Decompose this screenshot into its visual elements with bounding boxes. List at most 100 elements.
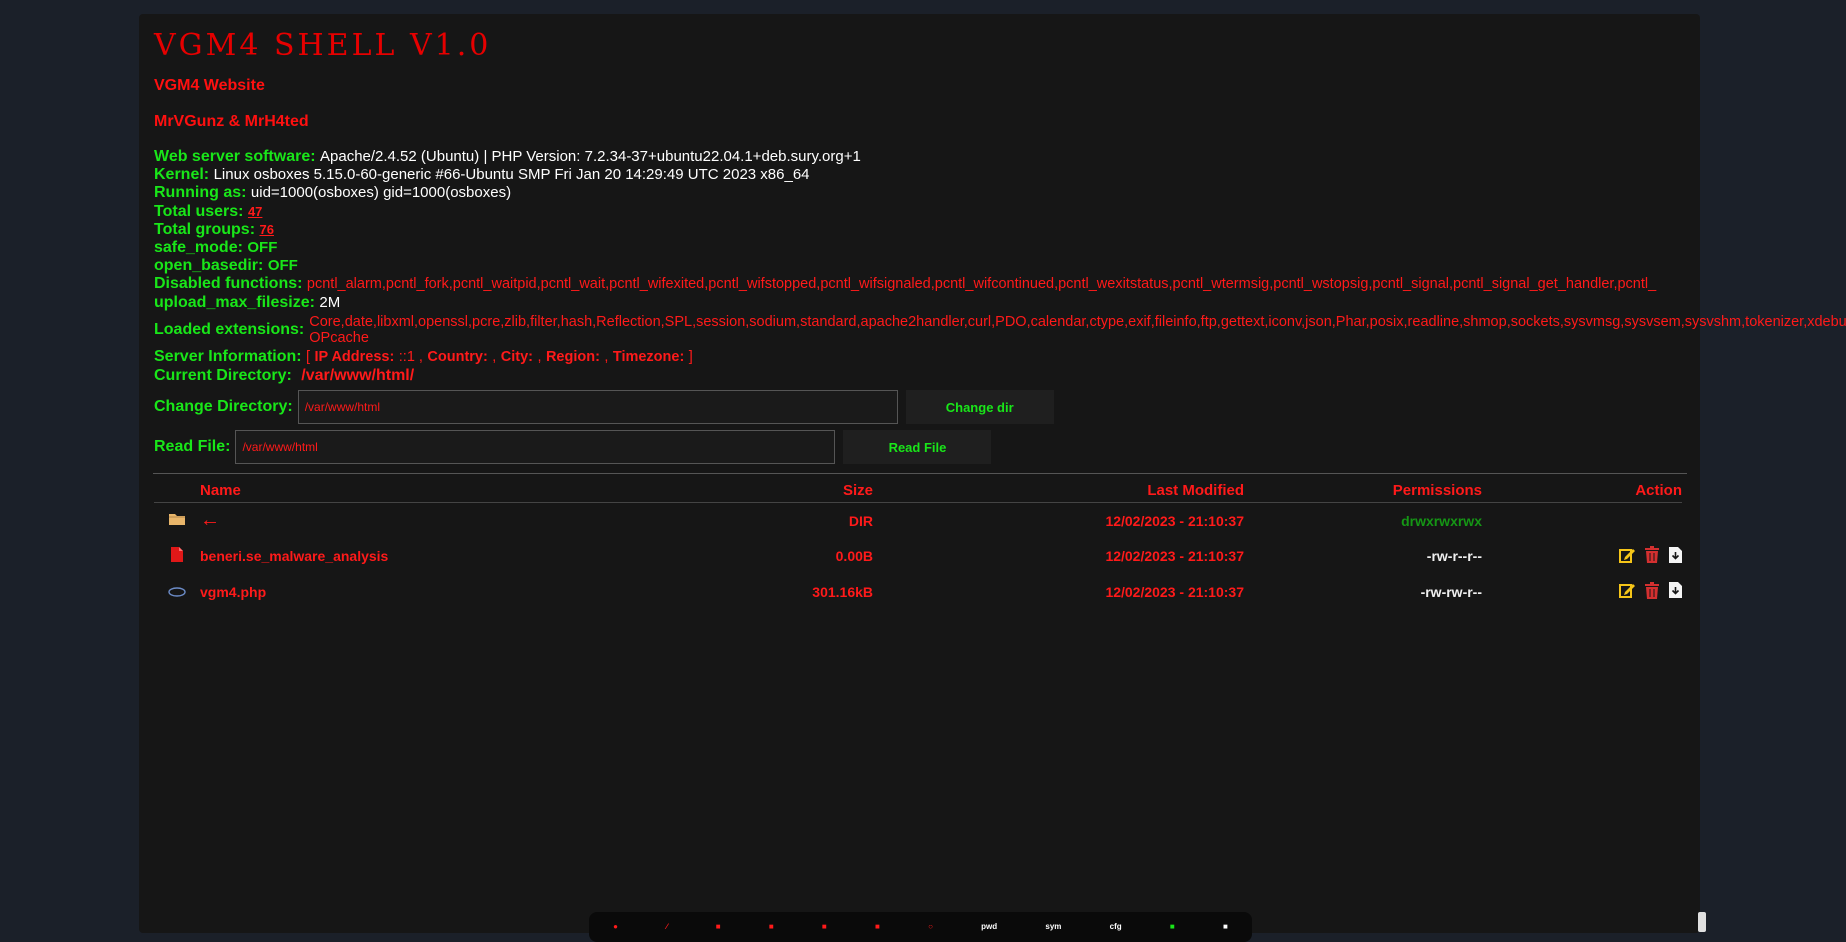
current-directory-path[interactable]: /var/www/html/ [301,367,414,384]
cfg-button[interactable]: cfg [1110,922,1122,932]
region-value: , [604,348,609,365]
edit-icon[interactable] [1619,582,1635,601]
divider [153,473,1687,474]
website-link[interactable]: VGM4 Website [154,77,265,95]
tools-icon[interactable]: ■ [1223,922,1228,932]
action-column-header: Action [1635,481,1682,499]
bottom-toolbar: ● ∕ ■ ■ ■ ■ ○ pwd sym cfg ■ ■ [589,912,1252,942]
file-table: Name Size Last Modified Permissions Acti… [154,478,1682,610]
ip-value: ::1 , [398,348,423,365]
cgi-icon[interactable]: ■ [1170,922,1175,932]
server-info-open: [ [306,348,311,365]
kernel-row: Kernel: Linux osboxes 5.15.0-60-generic … [154,166,1699,184]
file-icon [154,539,200,575]
table-header-row: Name Size Last Modified Permissions Acti… [154,478,1682,503]
region-label: Region: [545,348,600,365]
change-dir-button[interactable]: Change dir [905,390,1054,424]
file-permissions[interactable]: -rw-r--r-- [1244,539,1482,575]
php-icon [154,574,200,610]
file-size: DIR [848,512,873,529]
read-file-label: Read File: [154,438,231,455]
file-permissions[interactable]: drwxrwxrwx [1244,503,1482,539]
pwd-button[interactable]: pwd [981,922,997,932]
loaded-extensions-value: Core,date,libxml,openssl,pcre,zlib,filte… [309,313,1846,346]
running-as-row: Running as: uid=1000(osboxes) gid=1000(o… [154,184,1699,202]
timezone-label: Timezone: [612,348,685,365]
loaded-extensions-label: Loaded extensions: [154,320,305,338]
parent-dir-link[interactable]: ← [200,503,623,539]
city-label: City: [500,348,533,365]
upload-max-value: 2M [319,293,341,311]
disabled-functions-value: pcntl_alarm,pcntl_fork,pcntl_waitpid,pcn… [306,276,1657,293]
kernel-label: Kernel: [154,166,210,184]
running-as-value: uid=1000(osboxes) gid=1000(osboxes) [250,184,512,202]
change-directory-form: Change Directory: Change dir [154,390,1054,424]
city-value: , [537,348,542,365]
safe-mode-row: safe_mode: OFF [154,239,1699,257]
icon-column-header [154,478,200,503]
page-title: VGM4 SHELL V1.0 [154,28,492,63]
permissions-column-header[interactable]: Permissions [1244,478,1482,503]
file-permissions[interactable]: -rw-rw-r-- [1244,574,1482,610]
back-arrow-icon[interactable]: ← [200,509,220,531]
file-modified: 12/02/2023 - 21:10:37 [1105,512,1244,529]
kernel-value: Linux osboxes 5.15.0-60-generic #66-Ubun… [213,166,810,184]
open-basedir-row: open_basedir: OFF [154,257,1699,275]
table-row[interactable]: beneri.se_malware_analysis 0.00B 12/02/2… [154,539,1682,575]
size-column-header[interactable]: Size [623,478,873,503]
read-file-input[interactable] [235,430,836,464]
sym-button[interactable]: sym [1045,922,1061,932]
change-directory-input[interactable] [297,390,898,424]
user-icon[interactable]: ● [613,922,618,932]
read-file-form: Read File: Read File [154,430,992,464]
file-new-icon[interactable]: ■ [716,922,721,932]
web-server-label: Web server software: [154,148,316,165]
file-modified: 12/02/2023 - 21:10:37 [1105,583,1244,600]
total-groups-label: Total groups: [154,220,256,238]
open-basedir-label: open_basedir: [154,257,264,275]
file-name-link[interactable]: beneri.se_malware_analysis [200,539,623,575]
country-label: Country: [427,348,488,365]
file-modified: 12/02/2023 - 21:10:37 [1105,548,1244,565]
file-edit-icon[interactable]: ■ [875,922,880,932]
delete-icon[interactable] [1644,546,1660,566]
country-value: , [492,348,497,365]
authors-link[interactable]: MrVGunz & MrH4ted [154,113,309,131]
folder-new-icon[interactable]: ■ [822,922,827,932]
change-directory-label: Change Directory: [154,398,293,415]
modified-column-header[interactable]: Last Modified [873,478,1244,503]
ip-label: IP Address: [314,348,395,365]
web-server-value: Apache/2.4.52 (Ubuntu) | PHP Version: 7.… [320,148,861,165]
name-column-header[interactable]: Name [200,478,623,503]
total-users-label: Total users: [154,202,244,220]
loaded-extensions-row: Loaded extensions: Core,date,libxml,open… [154,314,1846,346]
file-upload-icon[interactable]: ■ [769,922,774,932]
search-icon[interactable]: ○ [928,922,933,932]
current-directory-row: Current Directory: /var/www/html/ [154,367,414,385]
total-groups-link[interactable]: 76 [259,222,273,237]
read-file-button[interactable]: Read File [843,430,992,464]
total-users-link[interactable]: 47 [248,204,262,219]
edit-icon[interactable] [1619,547,1635,566]
disabled-functions-label: Disabled functions: [154,275,303,293]
file-size: 0.00B [835,548,873,565]
upload-max-row: upload_max_filesize: 2M [154,294,1699,312]
table-row[interactable]: vgm4.php 301.16kB 12/02/2023 - 21:10:37 … [154,574,1682,610]
download-icon[interactable] [1669,582,1682,601]
file-actions [1482,503,1682,539]
running-as-label: Running as: [154,184,247,202]
delete-icon[interactable] [1644,581,1660,602]
upload-max-label: upload_max_filesize: [154,293,315,311]
terminal-icon[interactable]: ∕ [666,922,667,932]
file-name-link[interactable]: vgm4.php [200,574,623,610]
download-icon[interactable] [1669,546,1682,566]
server-info-block: Web server software: Apache/2.4.52 (Ubun… [154,148,1846,366]
open-basedir-value: OFF [267,257,298,275]
safe-mode-value: OFF [247,239,278,257]
scrollbar-thumb[interactable] [1698,912,1706,932]
file-actions [1482,574,1682,610]
total-users-row: Total users: 47 [154,203,1699,221]
server-information-row: Server Information: [ IP Address: ::1 , … [154,348,1699,366]
table-row[interactable]: ← DIR 12/02/2023 - 21:10:37 drwxrwxrwx [154,503,1682,539]
folder-icon [154,503,200,539]
